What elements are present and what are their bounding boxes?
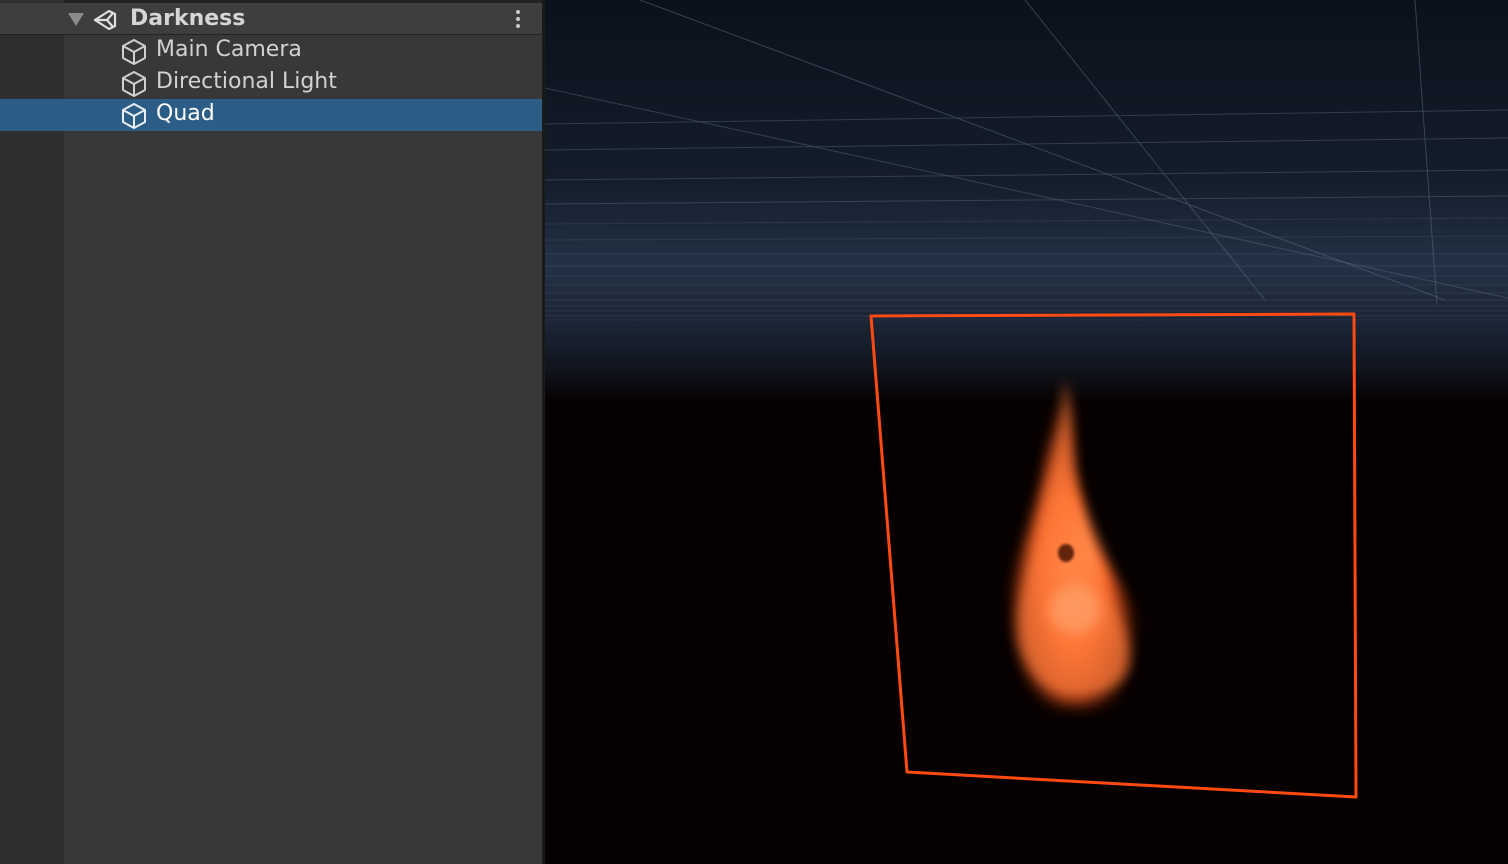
hierarchy-item-label: Directional Light [156, 69, 337, 94]
expand-arrow-icon[interactable] [68, 13, 84, 26]
unity-scene-icon [93, 9, 117, 31]
hierarchy-item-directional-light[interactable]: Directional Light [0, 67, 542, 99]
hierarchy-item-quad[interactable]: Quad [0, 99, 542, 131]
scene-viewport[interactable] [545, 0, 1508, 864]
sky-background [545, 0, 1508, 330]
scene-header-darkness[interactable]: Darkness [0, 3, 542, 35]
cube-icon [122, 71, 146, 97]
more-options-icon[interactable] [508, 7, 528, 31]
hierarchy-item-label: Quad [156, 101, 215, 126]
hierarchy-panel: Darkness Main Camera Directional Light Q… [0, 0, 542, 864]
hierarchy-item-label: Main Camera [156, 37, 302, 62]
cube-icon [122, 103, 146, 129]
scene-view[interactable] [545, 0, 1508, 864]
cube-icon [122, 39, 146, 65]
scene-name: Darkness [130, 6, 246, 31]
hierarchy-list-area[interactable] [64, 36, 542, 864]
horizon-band [545, 322, 1508, 402]
hierarchy-item-main-camera[interactable]: Main Camera [0, 35, 542, 67]
